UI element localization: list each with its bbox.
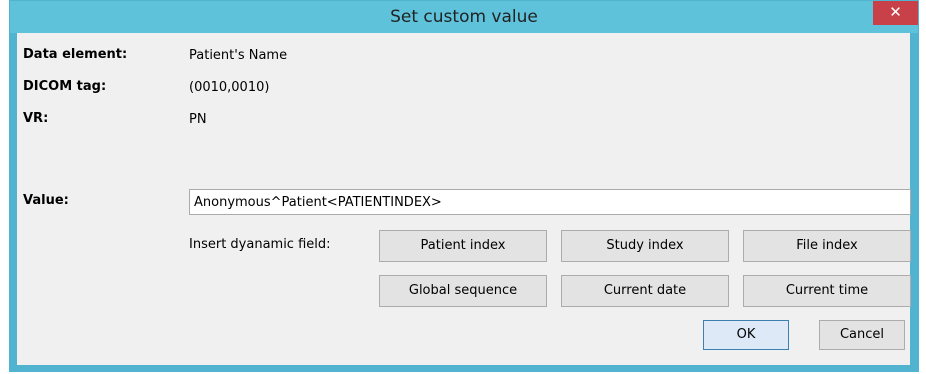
study-index-button[interactable]: Study index [561,230,729,262]
current-date-button[interactable]: Current date [561,275,729,307]
data-element-value: Patient's Name [189,48,288,63]
ok-button[interactable]: OK [703,320,789,350]
data-element-label: Data element: [23,47,128,62]
close-icon: ✕ [889,3,902,21]
dynamic-field-label: Insert dyanamic field: [189,237,331,252]
cancel-button[interactable]: Cancel [819,320,905,350]
vr-label: VR: [23,111,49,126]
value-input[interactable] [189,189,911,215]
dialog-window: Set custom value ✕ Data element: Patient… [9,0,919,372]
patient-index-button[interactable]: Patient index [379,230,547,262]
close-button[interactable]: ✕ [873,1,918,25]
dicom-tag-label: DICOM tag: [23,79,107,94]
current-time-button[interactable]: Current time [743,275,911,307]
title-bar[interactable]: Set custom value ✕ [10,1,918,33]
global-sequence-button[interactable]: Global sequence [379,275,547,307]
vr-value: PN [189,112,207,127]
file-index-button[interactable]: File index [743,230,911,262]
dialog-content: Data element: Patient's Name DICOM tag: … [17,33,911,365]
dialog-title: Set custom value [390,7,538,27]
value-label: Value: [23,193,69,208]
dicom-tag-value: (0010,0010) [189,80,270,95]
